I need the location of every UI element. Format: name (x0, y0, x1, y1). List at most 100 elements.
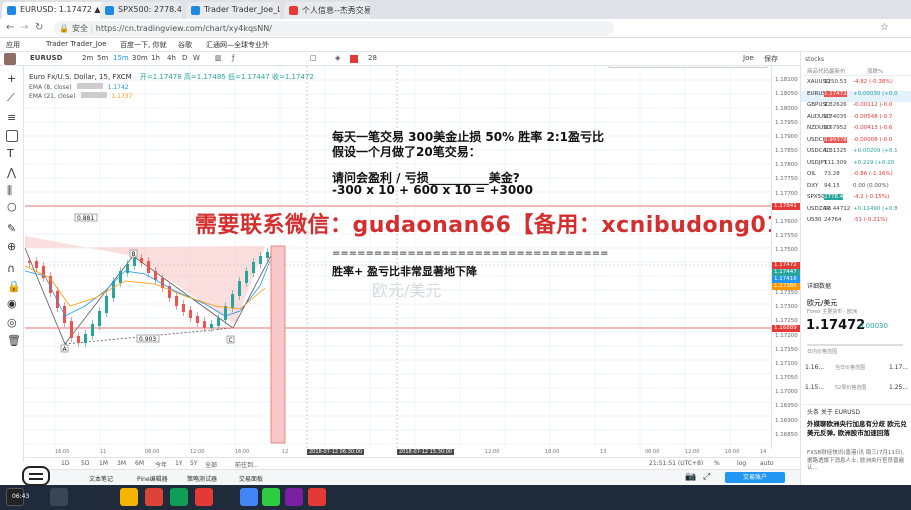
range-1y[interactable]: 1Y (175, 460, 182, 467)
interval-1h[interactable]: 1h (151, 54, 160, 62)
watchlist-search[interactable]: stocks (803, 54, 873, 65)
reload-icon[interactable]: ↻ (35, 22, 43, 33)
range-all[interactable]: 全部 (205, 460, 217, 469)
col-change[interactable]: 涨跌% (867, 67, 883, 75)
fullscreen-icon[interactable]: ⤢ (703, 472, 710, 482)
symbol-input[interactable]: EURUSD (30, 54, 62, 62)
watchlist-row[interactable]: NZDUSD 0.67952 -0.00413 (-0.6 (801, 125, 911, 137)
tab-pine-editor[interactable]: Pine编辑器 (137, 474, 168, 483)
address-input[interactable]: 🔒 安全 | https://cn.tradingview.com/chart/… (54, 21, 614, 36)
range-5y[interactable]: 5Y (190, 460, 197, 467)
col-symbol[interactable]: 商品代码 (807, 67, 829, 75)
watchlist-row[interactable]: US30 24764 -51 (-0.21%) (801, 217, 911, 229)
eye-icon[interactable]: ◎ (7, 316, 17, 329)
rectangle-icon[interactable]: □ (310, 54, 317, 62)
horizontal-line-icon[interactable]: ≡ (7, 111, 16, 124)
trendline-icon[interactable]: ⟋ (7, 91, 15, 105)
watchlist-row[interactable]: XAUUSD 1250.53 -4.82 (-0.38%) (801, 79, 911, 91)
watchlist-row[interactable]: AUDUSD 0.74035 -0.00548 (-0.7 (801, 114, 911, 126)
crosshair-icon[interactable]: + (7, 72, 16, 85)
range-6m[interactable]: 6M (135, 460, 144, 467)
trade-account-button[interactable]: 交易账户 (725, 472, 785, 483)
text-icon[interactable]: T (7, 147, 14, 160)
watchlist-row[interactable]: OIL 73.28 -0.86 (-1.16%) (801, 171, 911, 183)
delete-icon[interactable]: 🗑 (7, 334, 21, 347)
color-swatch[interactable] (350, 55, 358, 63)
folder-icon[interactable] (120, 488, 138, 506)
interval-d[interactable]: D (182, 54, 187, 62)
camera-icon[interactable]: 📷 (685, 472, 696, 482)
bookmark-trader[interactable]: Trader Trader_Joe (46, 40, 106, 48)
zoom-icon[interactable]: ⊕ (7, 240, 16, 253)
browser-tab-profile[interactable]: 个人信息--杰秀交易学院 (284, 2, 370, 19)
circle-icon[interactable]: ○ (7, 200, 17, 213)
range-1d[interactable]: 1D (61, 460, 69, 467)
forward-icon[interactable]: → (20, 22, 28, 33)
position-box[interactable] (270, 245, 286, 444)
chat-bubble-icon[interactable] (22, 466, 50, 486)
watchlist-row[interactable]: DXY 94.15 0.00 (0.00%) (801, 183, 911, 195)
tab-trading-panel[interactable]: 交易面板 (239, 474, 263, 483)
interval-w[interactable]: W (193, 54, 200, 62)
app-icon-5[interactable] (308, 488, 326, 506)
goto-date[interactable]: 前往到... (235, 460, 259, 469)
fill-color-icon[interactable]: ◈ (335, 54, 340, 62)
price-axis[interactable]: 1.18100 1.18050 1.18000 1.17950 1.17900 1.178… (771, 66, 800, 449)
ema1-legend[interactable]: EMA (8, close) 1.1742 (29, 83, 129, 91)
interval-4h[interactable]: 4h (167, 54, 176, 62)
layout-name[interactable]: Joe (743, 54, 754, 62)
avatar[interactable] (4, 53, 16, 65)
log-toggle[interactable]: log (737, 460, 746, 467)
taskview-icon[interactable] (50, 488, 68, 506)
news-header[interactable]: 头条 关于 EURUSD (801, 404, 911, 416)
back-icon[interactable]: ← (6, 22, 14, 33)
magnet-icon[interactable]: ∩ (7, 262, 15, 275)
interval-5m[interactable]: 5m (97, 54, 108, 62)
series-title[interactable]: Euro Fx/U.S. Dollar, 15, FXCM (29, 73, 132, 81)
watchlist-row[interactable]: USDZAR 13.44712 +0.11490 (+0.8 (801, 206, 911, 218)
app-icon-4[interactable] (285, 488, 303, 506)
watchlist-row[interactable]: GBPUSD 1.32626 -0.00112 (-0.0 (801, 102, 911, 114)
col-last[interactable]: 最新价 (829, 67, 846, 75)
bookmark-fx678[interactable]: 汇通网—全球专业外 (206, 40, 269, 50)
range-ytd[interactable]: 今年 (155, 460, 167, 469)
tab-text-notes[interactable]: 文本笔记 (89, 474, 113, 483)
watchlist-row[interactable]: SPX500 2778.4 -4.2 (-0.15%) (801, 194, 911, 206)
app-icon-1[interactable] (170, 488, 188, 506)
hide-drawing-icon[interactable]: ◉ (7, 297, 17, 310)
app-icon-2[interactable] (195, 488, 213, 506)
watchlist-row[interactable]: EURUSD 1.17472 +0.00030 (+0.0 (801, 90, 911, 102)
fib-icon[interactable]: ⫼ (7, 184, 12, 198)
range-3m[interactable]: 3M (117, 460, 126, 467)
font-size-select[interactable]: 28 (368, 54, 377, 62)
shape-rect-icon[interactable] (6, 130, 18, 142)
tab-strategy-tester[interactable]: 策略测试器 (187, 474, 217, 483)
star-icon[interactable]: ☆ (880, 22, 889, 33)
bookmark-google[interactable]: 谷歌 (178, 40, 192, 50)
time-axis[interactable]: 16:00 11 06:00 12:00 16:00 12 2018-07-12 06:30… (25, 449, 771, 457)
ruler-icon[interactable]: ✎ (7, 222, 16, 235)
wechat-icon[interactable] (262, 488, 280, 506)
range-5d[interactable]: 5D (81, 460, 89, 467)
indicators-icon[interactable]: ƒ (232, 54, 234, 62)
watchlist-row[interactable]: USDJPY 111.309 +0.219 (+0.20 (801, 160, 911, 172)
watchlist-row[interactable]: USDCHF 0.99378 -0.00008 (-0.0 (801, 136, 911, 149)
ema2-legend[interactable]: EMA (21, close) 1.1737 (29, 92, 132, 100)
watchlist-row[interactable]: USDCAD 1.31325 +0.00209 (+0.1 (801, 148, 911, 160)
chrome-icon[interactable] (145, 488, 163, 506)
range-1m[interactable]: 1M (99, 460, 108, 467)
news-title[interactable]: 外媒聊欧洲央行加息有分歧 欧元兑美元反弹, 欧洲股市加速回落 (807, 420, 907, 438)
auto-toggle[interactable]: auto (760, 460, 774, 467)
app-icon-3[interactable] (240, 488, 258, 506)
pattern-icon[interactable]: ⋀ (7, 166, 16, 179)
bookmark-apps[interactable]: 应用 (6, 40, 20, 50)
browser-tab-spx500[interactable]: SPX500: 2778.4 ▼-0.1 (100, 2, 182, 19)
chart-type-icon[interactable]: ▥ (215, 54, 222, 62)
lock-drawing-icon[interactable]: 🔒 (7, 280, 21, 293)
percent-toggle[interactable]: % (714, 460, 720, 467)
bookmark-baidu[interactable]: 百度一下, 你就 (120, 40, 166, 50)
interval-30m[interactable]: 30m (132, 54, 148, 62)
interval-2m[interactable]: 2m (82, 54, 93, 62)
interval-15m[interactable]: 15m (113, 54, 129, 62)
browser-tab-trader[interactable]: Trader Trader_Joe_Lev (186, 2, 280, 19)
